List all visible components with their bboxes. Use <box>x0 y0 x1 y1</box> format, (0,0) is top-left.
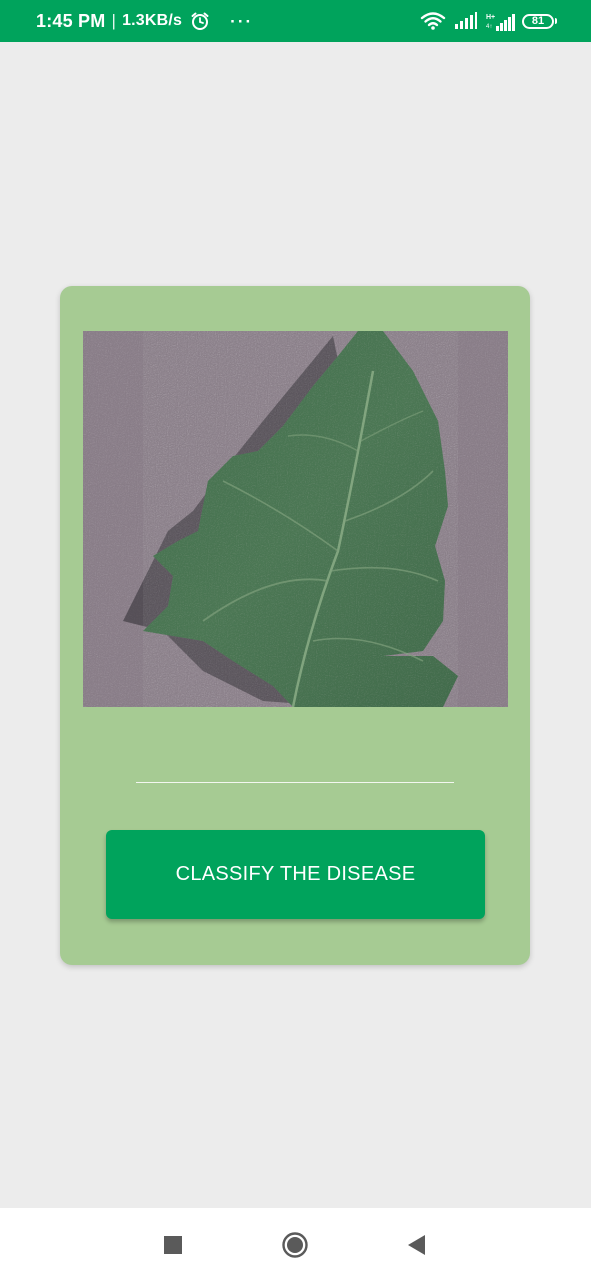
classifier-card: CLASSIFY THE DISEASE <box>60 286 530 965</box>
classify-disease-button[interactable]: CLASSIFY THE DISEASE <box>106 830 485 919</box>
signal-icon <box>454 12 478 30</box>
leaf-photo <box>83 331 508 707</box>
recent-apps-icon <box>164 1236 182 1254</box>
network-speed: 1.3KB/s <box>122 12 183 29</box>
status-left-group: 1:45 PM | 1.3KB/s ··· <box>36 11 253 32</box>
battery-level: 81 <box>522 13 554 29</box>
back-button[interactable] <box>399 1227 435 1263</box>
status-time: 1:45 PM <box>36 10 106 31</box>
battery-icon: 81 <box>522 13 557 29</box>
recent-apps-button[interactable] <box>155 1227 191 1263</box>
result-text-line <box>136 782 454 783</box>
status-separator: | <box>111 11 117 30</box>
battery-tip <box>555 18 557 24</box>
status-right-group: H+ 4↑ 81 <box>420 11 557 31</box>
svg-text:4↑: 4↑ <box>486 24 492 30</box>
more-notifications-indicator: ··· <box>230 11 254 31</box>
navigation-bar <box>0 1208 591 1280</box>
alarm-icon <box>190 11 210 31</box>
svg-text:H+: H+ <box>486 14 495 21</box>
signal-hplus-icon: H+ 4↑ <box>486 12 515 31</box>
status-bar: 1:45 PM | 1.3KB/s ··· H+ 4↑ 81 <box>0 0 591 42</box>
wifi-icon <box>420 11 446 31</box>
back-icon <box>408 1235 425 1255</box>
home-icon <box>282 1232 308 1258</box>
home-button[interactable] <box>277 1227 313 1263</box>
classify-button-label: CLASSIFY THE DISEASE <box>175 863 416 885</box>
